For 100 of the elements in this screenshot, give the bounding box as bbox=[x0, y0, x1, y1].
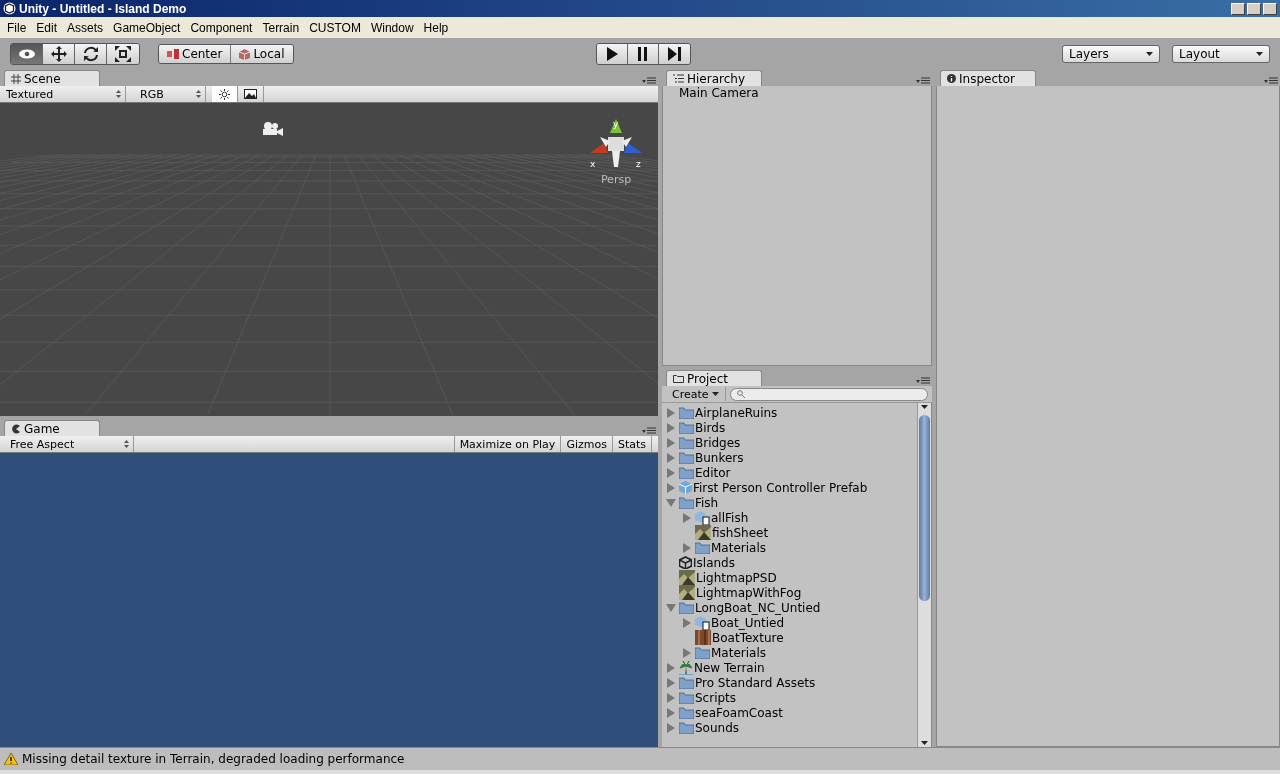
disclosure-triangle-icon[interactable] bbox=[666, 437, 676, 448]
tool-button[interactable] bbox=[43, 44, 75, 64]
asset-name[interactable]: AirplaneRuins bbox=[695, 405, 778, 420]
folder-icon bbox=[679, 496, 694, 509]
minimize-button[interactable] bbox=[1231, 2, 1245, 15]
disclosure-triangle-icon[interactable] bbox=[682, 617, 692, 628]
channel-dropdown[interactable]: RGB bbox=[134, 86, 206, 102]
game-view-button[interactable]: Stats bbox=[611, 436, 651, 452]
disclosure-triangle-icon[interactable] bbox=[666, 422, 676, 433]
asset-name[interactable]: Bunkers bbox=[695, 450, 744, 465]
pane-menu-icon[interactable] bbox=[916, 77, 930, 84]
disclosure-triangle-icon[interactable] bbox=[666, 602, 676, 613]
scene-tab[interactable]: Scene bbox=[4, 70, 100, 86]
asset-name[interactable]: Editor bbox=[695, 465, 731, 480]
folder-icon bbox=[673, 374, 684, 383]
dropdown[interactable]: Layout bbox=[1172, 45, 1270, 63]
asset-name[interactable]: Fish bbox=[695, 495, 719, 510]
menu-item[interactable]: Edit bbox=[31, 20, 63, 35]
disclosure-triangle-icon[interactable] bbox=[666, 722, 676, 733]
menu-item[interactable]: Window bbox=[365, 20, 419, 35]
projection-label[interactable]: Persp bbox=[600, 173, 632, 186]
playback-button[interactable] bbox=[627, 44, 659, 64]
asset-name[interactable]: Pro Standard Assets bbox=[695, 675, 816, 690]
disclosure-triangle-icon[interactable] bbox=[666, 692, 676, 703]
folder-icon bbox=[679, 691, 694, 704]
asset-name[interactable]: BoatTexture bbox=[712, 630, 784, 645]
tool-button[interactable] bbox=[75, 44, 107, 64]
pacman-icon bbox=[11, 423, 21, 434]
caret-icon bbox=[711, 392, 719, 396]
move-arrows-icon bbox=[50, 46, 67, 62]
asset-name[interactable]: LongBoat_NC_Untied bbox=[695, 600, 821, 615]
pane-menu-icon[interactable] bbox=[642, 427, 656, 434]
disclosure-triangle-icon[interactable] bbox=[666, 497, 676, 508]
eye-icon bbox=[17, 49, 36, 59]
asset-name[interactable]: Materials bbox=[711, 645, 766, 660]
folder-icon bbox=[695, 646, 710, 659]
inspector-tab[interactable]: Inspector bbox=[940, 70, 1036, 86]
dropdown[interactable]: Layers bbox=[1062, 45, 1160, 63]
hierarchy-item[interactable]: Main Camera bbox=[663, 86, 931, 101]
asset-name[interactable]: fishSheet bbox=[712, 525, 769, 540]
asset-name[interactable]: Scripts bbox=[695, 690, 737, 705]
asset-name[interactable]: New Terrain bbox=[694, 660, 765, 675]
wood-texture-icon bbox=[695, 630, 711, 645]
disclosure-triangle-icon[interactable] bbox=[666, 677, 676, 688]
disclosure-triangle-icon[interactable] bbox=[682, 542, 692, 553]
create-button[interactable]: Create bbox=[666, 387, 726, 401]
tool-button[interactable] bbox=[107, 44, 139, 64]
close-button[interactable] bbox=[1263, 2, 1277, 15]
menu-item[interactable]: Assets bbox=[62, 20, 109, 35]
playback-button[interactable] bbox=[596, 44, 628, 64]
menu-item[interactable]: CUSTOM bbox=[304, 20, 366, 35]
cube-icon bbox=[239, 48, 251, 60]
menu-item[interactable]: File bbox=[2, 20, 32, 35]
disclosure-triangle-icon[interactable] bbox=[666, 407, 676, 418]
disclosure-triangle-icon[interactable] bbox=[666, 467, 676, 478]
asset-name[interactable]: seaFoamCoast bbox=[695, 705, 783, 720]
hierarchy-tab[interactable]: Hierarchy bbox=[666, 70, 762, 86]
asset-name[interactable]: First Person Controller Prefab bbox=[693, 480, 868, 495]
sun-icon bbox=[219, 88, 230, 100]
game-view-button[interactable]: Gizmos bbox=[560, 436, 612, 452]
search-field[interactable] bbox=[729, 387, 928, 401]
asset-name[interactable]: Bridges bbox=[695, 435, 741, 450]
asset-name[interactable]: Boat_Untied bbox=[711, 615, 785, 630]
pane-menu-icon[interactable] bbox=[1264, 77, 1278, 84]
menu-item[interactable]: Component bbox=[185, 20, 258, 35]
caret-icon bbox=[1146, 52, 1153, 56]
asset-name[interactable]: allFish bbox=[711, 510, 749, 525]
disclosure-triangle-icon[interactable] bbox=[666, 662, 676, 673]
asset-name[interactable]: Sounds bbox=[695, 720, 740, 735]
lighting-toggle[interactable] bbox=[212, 86, 238, 102]
disclosure-triangle-icon[interactable] bbox=[666, 707, 676, 718]
pivot-button[interactable]: Local bbox=[231, 45, 293, 63]
project-tab[interactable]: Project bbox=[666, 370, 762, 386]
render-mode-dropdown[interactable]: Textured bbox=[0, 86, 126, 102]
disclosure-triangle-icon[interactable] bbox=[666, 482, 676, 493]
folder-icon bbox=[679, 406, 694, 419]
game-view-button[interactable]: Maximize on Play bbox=[453, 436, 561, 452]
pivot-button[interactable]: Center bbox=[159, 45, 232, 63]
asset-name[interactable]: Birds bbox=[695, 420, 726, 435]
tool-button[interactable] bbox=[11, 44, 43, 64]
scrollbar[interactable] bbox=[917, 403, 931, 747]
menu-item[interactable]: Terrain bbox=[257, 20, 305, 35]
pane-menu-icon[interactable] bbox=[642, 77, 656, 84]
asset-name[interactable]: LightmapWithFog bbox=[696, 585, 802, 600]
aspect-dropdown[interactable]: Free Aspect bbox=[4, 436, 134, 452]
maximize-button[interactable] bbox=[1247, 2, 1261, 15]
asset-name[interactable]: Materials bbox=[711, 540, 766, 555]
menu-item[interactable]: Help bbox=[418, 20, 454, 35]
game-tab[interactable]: Game bbox=[4, 420, 100, 436]
disclosure-triangle-icon[interactable] bbox=[682, 512, 692, 523]
menu-item[interactable]: GameObject bbox=[108, 20, 186, 35]
folder-icon bbox=[679, 601, 694, 614]
disclosure-triangle-icon[interactable] bbox=[666, 452, 676, 463]
search-icon bbox=[736, 390, 745, 398]
image-icon bbox=[244, 89, 257, 99]
pane-menu-icon[interactable] bbox=[916, 377, 930, 384]
disclosure-triangle-icon[interactable] bbox=[682, 647, 692, 658]
asset-name[interactable]: LightmapPSD bbox=[696, 570, 777, 585]
playback-button[interactable] bbox=[658, 44, 690, 64]
asset-name[interactable]: Islands bbox=[693, 555, 735, 570]
